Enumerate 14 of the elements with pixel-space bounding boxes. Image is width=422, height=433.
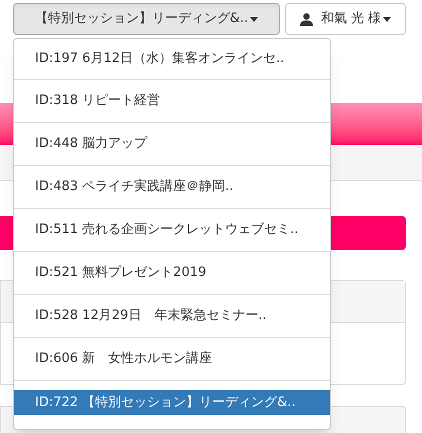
menu-item[interactable]: ID:448 脳力アップ	[14, 123, 330, 166]
caret-icon	[250, 16, 258, 22]
caret-icon	[383, 16, 392, 22]
menu-item[interactable]: ID:521 無料プレゼント2019	[14, 252, 330, 295]
user-icon	[300, 12, 313, 26]
user-button[interactable]: 和氣 光 様	[285, 3, 406, 35]
menu-item[interactable]: ID:722 【特別セッション】リーディング&..	[14, 390, 330, 415]
menu-item[interactable]: ID:197 6月12日（水）集客オンラインセ..	[14, 39, 330, 80]
event-select[interactable]: 【特別セッション】リーディング&..	[13, 3, 280, 35]
menu-item[interactable]: ID:318 リピート経営	[14, 80, 330, 123]
menu-item[interactable]: ID:483 ペライチ実践講座＠静岡..	[14, 166, 330, 209]
menu-item[interactable]: ID:528 12月29日 年末緊急セミナー..	[14, 295, 330, 338]
menu-item[interactable]: ID:606 新 女性ホルモン講座	[14, 338, 330, 381]
menu-item[interactable]: ID:511 売れる企画シークレットウェブセミ..	[14, 209, 330, 252]
